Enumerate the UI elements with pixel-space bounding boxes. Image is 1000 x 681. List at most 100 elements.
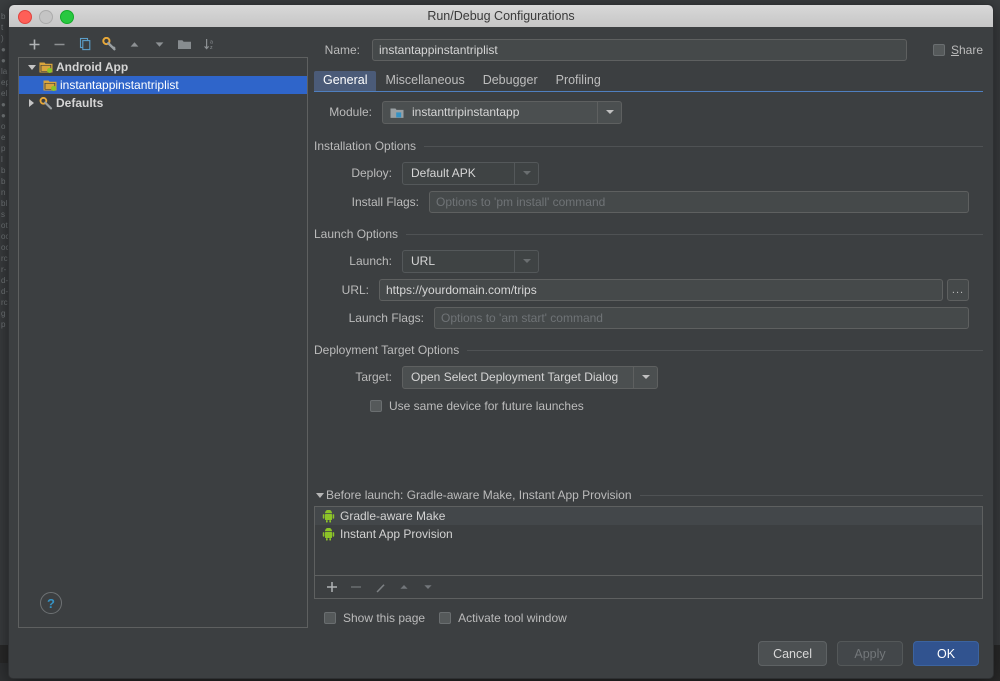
remove-task-button	[345, 578, 367, 596]
android-icon	[320, 510, 336, 523]
deployment-target-options-title: Deployment Target Options	[314, 343, 459, 357]
configurations-tree[interactable]: Android AppinstantappinstantriplistDefau…	[18, 57, 308, 628]
installation-options-title: Installation Options	[314, 139, 416, 153]
configuration-tabs[interactable]: GeneralMiscellaneousDebuggerProfiling	[314, 71, 983, 91]
before-launch-task[interactable]: Gradle-aware Make	[315, 507, 982, 525]
chevron-down-icon	[606, 110, 614, 114]
target-dropdown-arrow[interactable]	[633, 367, 657, 388]
apply-button[interactable]: Apply	[837, 641, 903, 666]
deploy-label: Deploy:	[314, 166, 392, 180]
remove-configuration-button[interactable]	[47, 33, 72, 55]
add-configuration-button[interactable]	[22, 33, 47, 55]
chevron-right-icon[interactable]	[25, 99, 38, 107]
install-flags-row: Install Flags: Options to 'pm install' c…	[314, 189, 983, 215]
show-this-page-checkbox[interactable]	[324, 612, 336, 624]
chevron-down-icon	[642, 375, 650, 379]
installation-options-group: Installation Options	[314, 139, 983, 153]
dialog-body: a z Android AppinstantappinstantriplistD…	[9, 27, 993, 678]
move-task-up-button	[393, 578, 415, 596]
module-dropdown-arrow[interactable]	[597, 102, 621, 123]
copy-configuration-button[interactable]	[72, 33, 97, 55]
move-task-down-button	[417, 578, 439, 596]
before-launch-header-row: Before launch: Gradle-aware Make, Instan…	[314, 488, 983, 502]
launch-combobox[interactable]: URL	[402, 250, 539, 273]
target-value: Open Select Deployment Target Dialog	[403, 367, 633, 388]
edit-defaults-wrench-icon[interactable]	[97, 33, 122, 55]
tree-node-label: instantappinstantriplist	[60, 76, 179, 94]
group-separator	[640, 495, 984, 496]
before-launch-header: Before launch: Gradle-aware Make, Instan…	[326, 488, 632, 502]
configuration-editor-panel: Name: instantappinstantriplist Share Gen…	[314, 31, 983, 630]
before-launch-task-label: Gradle-aware Make	[340, 507, 445, 525]
before-launch-task-list[interactable]: Gradle-aware MakeInstant App Provision	[314, 506, 983, 576]
deploy-value: Default APK	[403, 163, 514, 184]
module-icon	[383, 106, 404, 119]
edit-task-button	[369, 578, 391, 596]
help-button[interactable]: ?	[40, 592, 62, 614]
share-label: Share	[951, 43, 983, 57]
launch-row: Launch: URL	[314, 247, 983, 275]
launch-value: URL	[403, 251, 514, 272]
dialog-title-bar: Run/Debug Configurations	[9, 5, 993, 28]
move-down-button[interactable]	[147, 33, 172, 55]
configurations-panel: a z Android AppinstantappinstantriplistD…	[18, 31, 308, 628]
share-checkbox[interactable]	[933, 44, 945, 56]
url-label: URL:	[314, 283, 369, 297]
name-input[interactable]: instantappinstantriplist	[372, 39, 907, 61]
deploy-dropdown-arrow[interactable]	[514, 163, 538, 184]
tree-node-android-app[interactable]: Android App	[19, 58, 307, 76]
android-icon	[320, 528, 336, 541]
activate-tool-window-checkbox[interactable]	[439, 612, 451, 624]
launch-options-title: Launch Options	[314, 227, 398, 241]
module-value: instanttripinstantapp	[404, 102, 597, 123]
install-flags-input[interactable]: Options to 'pm install' command	[429, 191, 969, 213]
android-folder-icon	[42, 79, 58, 92]
wrench-icon	[38, 97, 54, 110]
run-debug-configurations-dialog: Run/Debug Configurations	[8, 4, 994, 679]
url-row: URL: https://yourdomain.com/trips ...	[314, 277, 983, 303]
before-launch-checkbox-row: Show this page Activate tool window	[314, 606, 983, 630]
name-row: Name: instantappinstantriplist Share	[314, 37, 983, 63]
add-task-button[interactable]	[321, 578, 343, 596]
sort-configurations-button[interactable]: a z	[197, 33, 222, 55]
group-separator	[424, 146, 983, 147]
configurations-toolbar: a z	[18, 31, 308, 57]
before-launch-section: Before launch: Gradle-aware Make, Instan…	[314, 488, 983, 630]
tab-profiling[interactable]: Profiling	[547, 71, 610, 91]
tab-miscellaneous[interactable]: Miscellaneous	[376, 71, 473, 91]
tree-node-label: Defaults	[56, 94, 103, 112]
cancel-button[interactable]: Cancel	[758, 641, 827, 666]
collapse-triangle-icon[interactable]	[314, 493, 326, 498]
tab-general[interactable]: General	[314, 71, 376, 91]
before-launch-toolbar	[314, 576, 983, 599]
use-same-device-checkbox[interactable]	[370, 400, 382, 412]
show-this-page-label: Show this page	[343, 611, 425, 625]
module-label: Module:	[314, 105, 372, 119]
tree-node-label: Android App	[56, 58, 128, 76]
launch-options-group: Launch Options	[314, 227, 983, 241]
module-combobox[interactable]: instanttripinstantapp	[382, 101, 622, 124]
android-folder-icon	[38, 61, 54, 74]
deployment-target-options-group: Deployment Target Options	[314, 343, 983, 357]
tree-node-instantappinstantriplist[interactable]: instantappinstantriplist	[19, 76, 307, 94]
tab-debugger[interactable]: Debugger	[474, 71, 547, 91]
activate-tool-window-label: Activate tool window	[458, 611, 567, 625]
before-launch-task[interactable]: Instant App Provision	[315, 525, 982, 543]
module-row: Module: instanttripinstantapp	[314, 97, 983, 127]
tab-underline	[314, 91, 983, 92]
tab-bar-container: GeneralMiscellaneousDebuggerProfiling	[314, 71, 983, 92]
launch-flags-input[interactable]: Options to 'am start' command	[434, 307, 969, 329]
move-up-button[interactable]	[122, 33, 147, 55]
ok-button[interactable]: OK	[913, 641, 979, 666]
create-folder-button[interactable]	[172, 33, 197, 55]
group-separator	[467, 350, 983, 351]
tree-node-defaults[interactable]: Defaults	[19, 94, 307, 112]
launch-dropdown-arrow[interactable]	[514, 251, 538, 272]
chevron-down-icon[interactable]	[25, 65, 38, 70]
target-combobox[interactable]: Open Select Deployment Target Dialog	[402, 366, 658, 389]
launch-label: Launch:	[314, 254, 392, 268]
url-input[interactable]: https://yourdomain.com/trips	[379, 279, 943, 301]
url-browse-button[interactable]: ...	[947, 279, 969, 301]
target-row: Target: Open Select Deployment Target Di…	[314, 363, 983, 391]
deploy-combobox[interactable]: Default APK	[402, 162, 539, 185]
